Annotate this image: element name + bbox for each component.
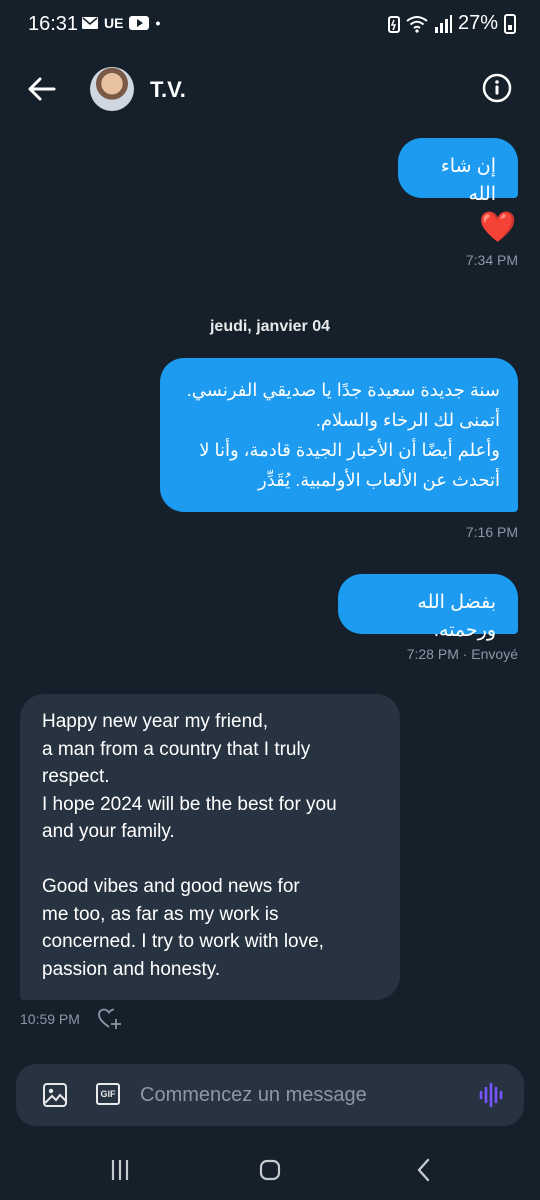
battery-saver-icon: [387, 15, 400, 33]
avatar[interactable]: [90, 67, 134, 111]
heart-reaction-icon[interactable]: ❤️: [479, 210, 516, 245]
info-icon[interactable]: [482, 73, 512, 103]
home-icon[interactable]: [250, 1154, 290, 1186]
status-bar: 16:31 UE • 27%: [0, 0, 540, 50]
message-line: أتمنى لك الرخاء والسلام.: [315, 410, 500, 430]
day-separator: jeudi, janvier 04: [209, 318, 331, 335]
status-notification-icons: UE •: [82, 15, 160, 31]
message-line: وأعلم أيضًا أن الأخبار الجيدة قادمة، وأن…: [199, 440, 500, 460]
recent-apps-icon[interactable]: [100, 1154, 140, 1186]
back-nav-icon[interactable]: [404, 1154, 444, 1186]
add-reaction-heart-icon[interactable]: [98, 1008, 122, 1030]
message-line: Good vibes and good news for: [42, 876, 300, 897]
message-timestamp: 10:59 PM: [20, 1011, 80, 1027]
message-sent-3[interactable]: بفضل الله ورحمته.: [338, 574, 518, 641]
conversation-header: T.V.: [0, 55, 540, 125]
message-timestamp: 7:34 PM: [465, 252, 518, 268]
message-line: me too, as far as my work is: [42, 903, 279, 925]
message-status: 7:28 PM · Envoyé: [406, 646, 518, 662]
dot-icon: •: [155, 15, 161, 31]
youtube-icon: [129, 16, 150, 30]
message-input[interactable]: Commencez un message: [140, 1084, 367, 1107]
image-icon[interactable]: [40, 1080, 70, 1110]
carrier-label: UE: [104, 15, 124, 31]
battery-percent: 27%: [457, 12, 498, 34]
battery-icon: [504, 13, 516, 34]
back-arrow-icon[interactable]: [26, 73, 58, 105]
message-sent-1[interactable]: إن شاء الله: [398, 138, 518, 205]
message-line: a man from a country that I truly: [42, 738, 311, 760]
system-navigation-bar: [0, 1140, 540, 1200]
status-system-icons: 27%: [387, 12, 516, 35]
message-line: سنة جديدة سعيدة جدًا يا صديقي الفرنسي.: [186, 380, 500, 400]
message-line: concerned. I try to work with love,: [42, 931, 324, 952]
message-line: أتحدث عن الألعاب الأولمبية. يُقَدِّر: [258, 470, 500, 490]
message-line: and your family.: [42, 821, 175, 842]
voice-message-icon[interactable]: [476, 1080, 506, 1110]
message-text: إن شاء الله: [440, 156, 496, 205]
message-text: بفضل الله ورحمته.: [417, 592, 496, 641]
message-received-1[interactable]: Happy new year my friend, a man from a c…: [20, 694, 400, 1000]
signal-icon: [434, 14, 452, 33]
message-line: passion and honesty.: [42, 958, 221, 980]
message-composer: GIF Commencez un message: [16, 1064, 524, 1126]
message-timestamp: 7:16 PM: [465, 524, 518, 540]
message-line: I hope 2024 will be the best for you: [42, 793, 337, 815]
message-sent-2[interactable]: سنة جديدة سعيدة جدًا يا صديقي الفرنسي. أ…: [160, 358, 518, 512]
contact-name[interactable]: T.V.: [150, 77, 186, 103]
status-time: 16:31: [28, 13, 79, 35]
message-line: Happy new year my friend,: [42, 711, 268, 732]
message-line: respect.: [42, 766, 110, 787]
wifi-icon: [406, 15, 428, 33]
gif-button[interactable]: GIF: [96, 1083, 120, 1105]
gif-label: GIF: [100, 1089, 116, 1099]
message-line: [42, 846, 378, 874]
mail-icon: [82, 17, 98, 29]
